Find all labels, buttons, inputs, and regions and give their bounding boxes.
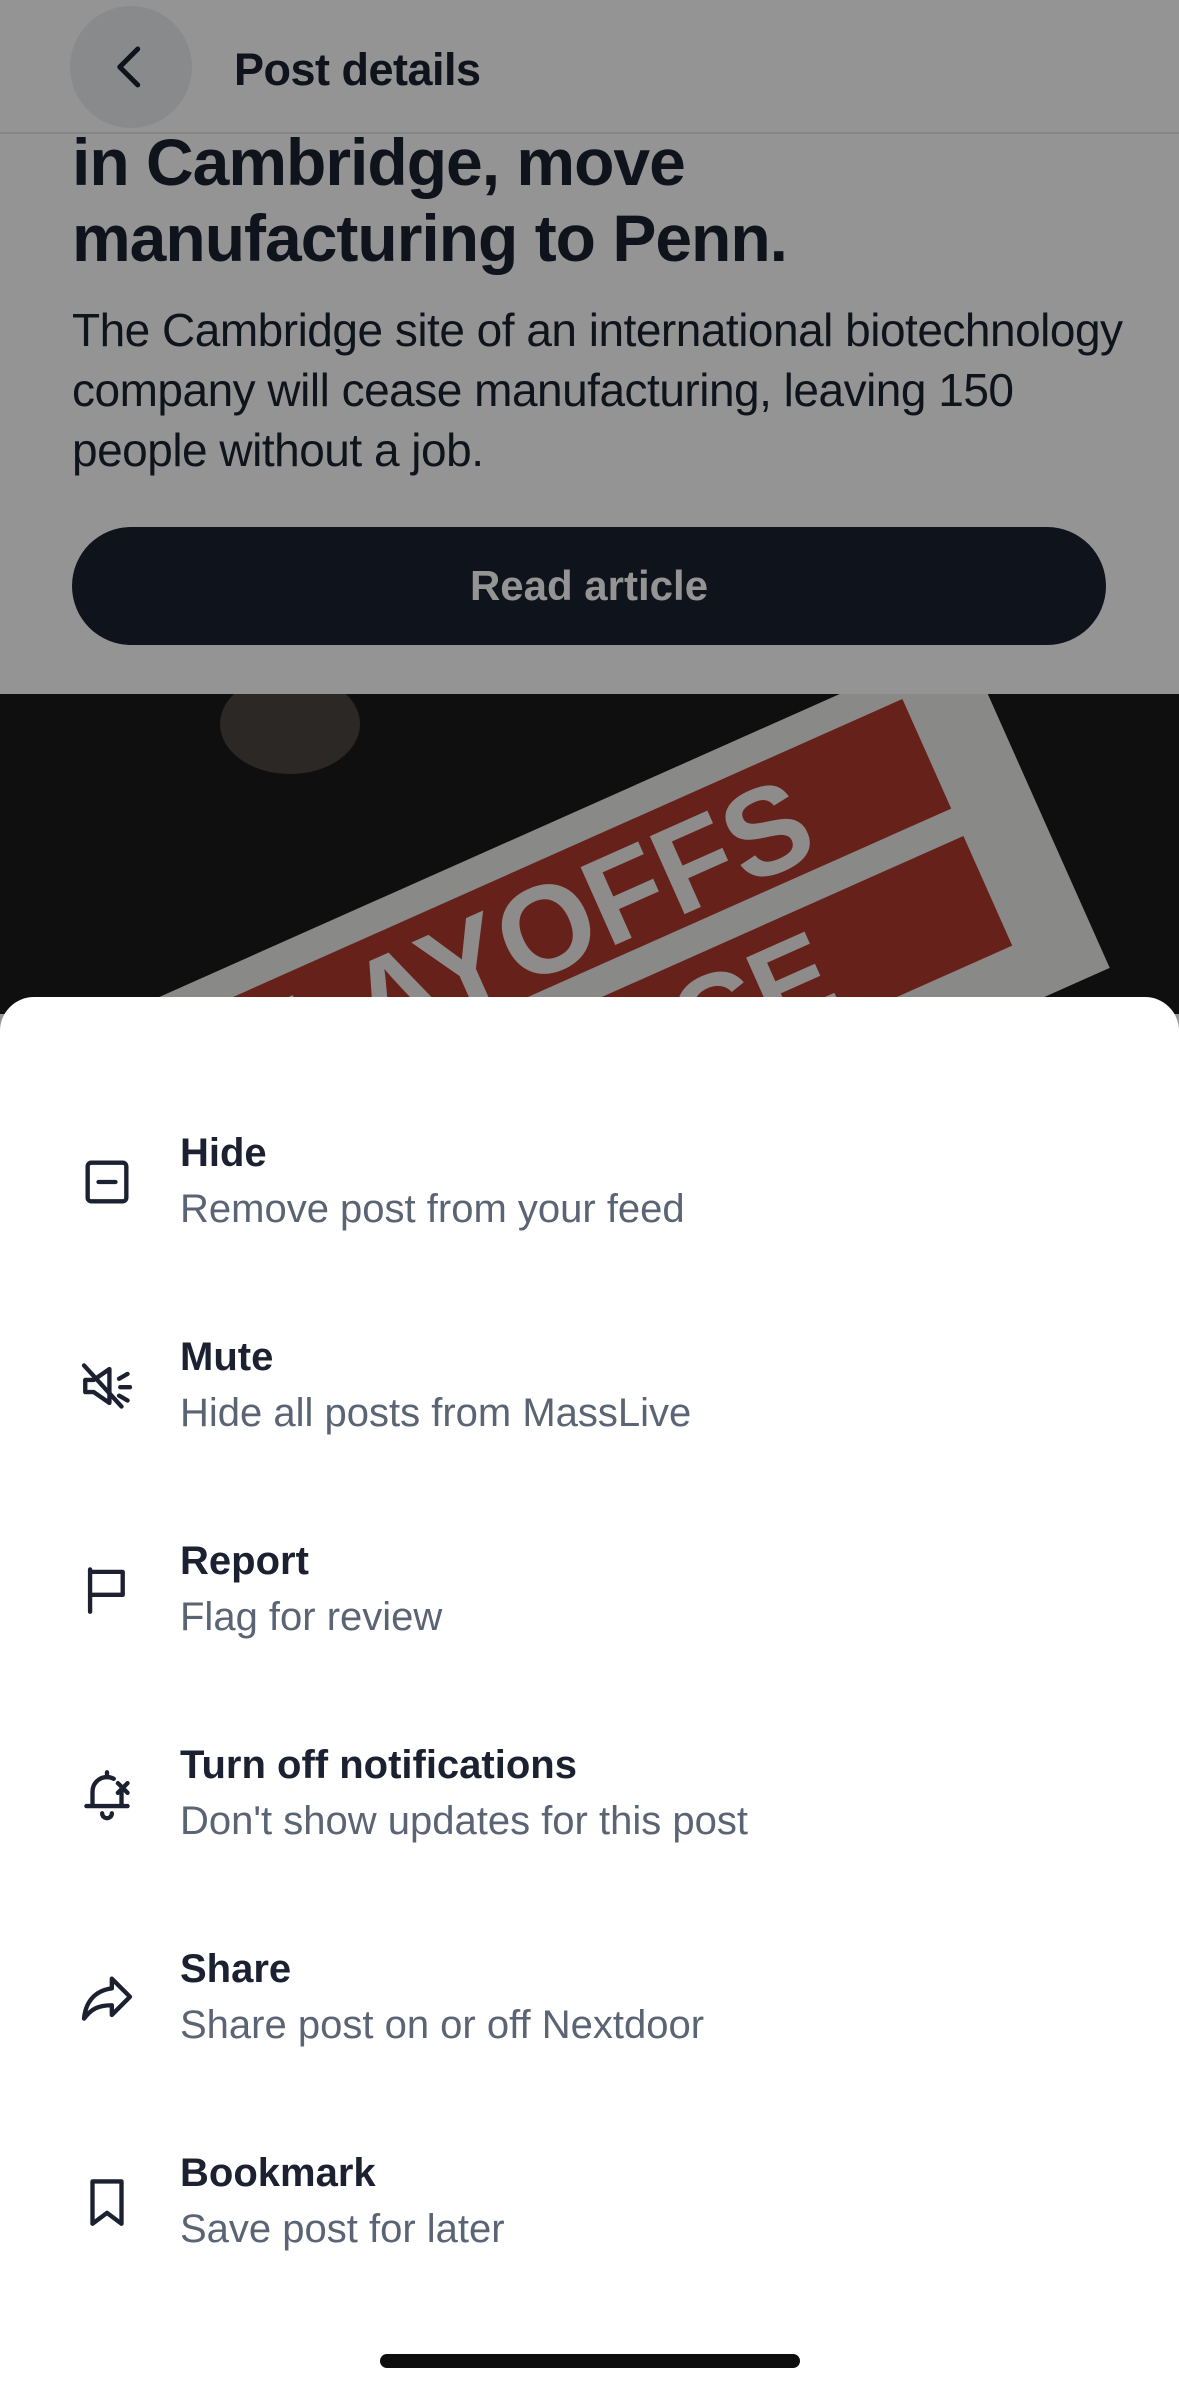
menu-item-title: Hide [180, 1131, 267, 1175]
menu-item-subtitle: Save post for later [180, 2207, 505, 2251]
menu-item-title: Bookmark [180, 2151, 376, 2195]
menu-item-subtitle: Remove post from your feed [180, 1187, 685, 1231]
post-options-sheet: Hide Remove post from your feed Mute Hid… [0, 997, 1179, 2396]
menu-item-title: Report [180, 1539, 309, 1583]
bell-off-icon [78, 1765, 136, 1823]
menu-item-bookmark[interactable]: Bookmark Save post for later [0, 2127, 1179, 2307]
menu-item-share[interactable]: Share Share post on or off Nextdoor [0, 1923, 1179, 2103]
menu-item-subtitle: Share post on or off Nextdoor [180, 2003, 705, 2047]
menu-item-mute[interactable]: Mute Hide all posts from MassLive [0, 1311, 1179, 1491]
menu-item-title: Mute [180, 1335, 274, 1379]
menu-item-hide[interactable]: Hide Remove post from your feed [0, 1107, 1179, 1287]
menu-item-turn-off-notifications[interactable]: Turn off notifications Don't show update… [0, 1719, 1179, 1899]
speaker-muted-icon [78, 1357, 136, 1415]
menu-item-title: Turn off notifications [180, 1743, 577, 1787]
menu-item-subtitle: Hide all posts from MassLive [180, 1391, 692, 1435]
menu-item-subtitle: Flag for review [180, 1595, 443, 1639]
bookmark-icon [78, 2173, 136, 2231]
menu-item-title: Share [180, 1947, 292, 1991]
screen: Post details in Cambridge, move manufact… [0, 0, 1179, 2396]
menu-item-report[interactable]: Report Flag for review [0, 1515, 1179, 1695]
flag-icon [78, 1561, 136, 1619]
minus-square-icon [78, 1153, 136, 1211]
share-arrow-icon [78, 1969, 136, 2027]
home-indicator[interactable] [380, 2354, 800, 2368]
menu-item-subtitle: Don't show updates for this post [180, 1799, 748, 1843]
